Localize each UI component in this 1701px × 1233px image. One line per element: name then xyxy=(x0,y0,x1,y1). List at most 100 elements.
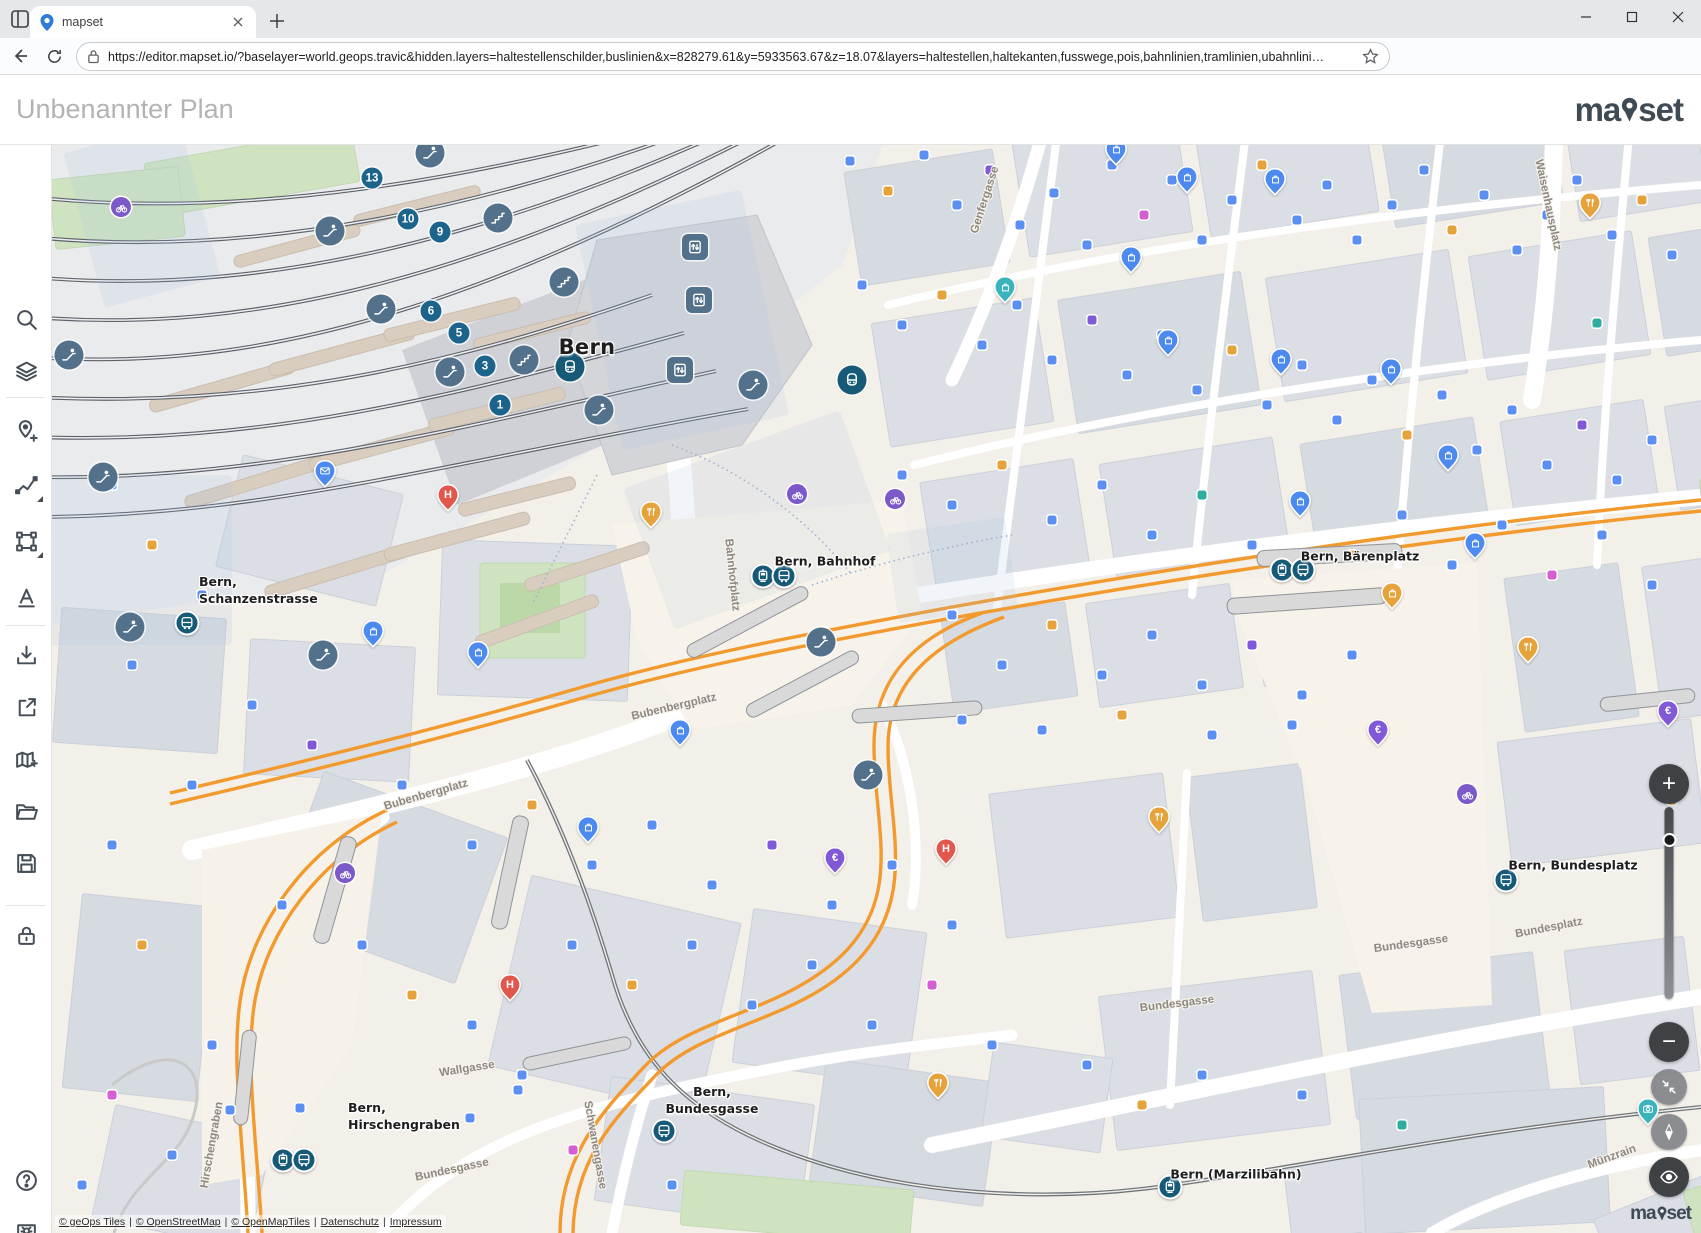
poi-dot xyxy=(1578,421,1587,430)
stop-label: Bern, Bahnhof xyxy=(775,554,876,571)
poi-dot xyxy=(1648,581,1657,590)
poi-dot xyxy=(1293,216,1302,225)
add-pin-tool[interactable] xyxy=(6,410,46,450)
poi-dot xyxy=(208,1041,217,1050)
download-tool[interactable] xyxy=(6,635,46,675)
poi-dot xyxy=(468,841,477,850)
plan-title-input[interactable]: Unbenannter Plan xyxy=(16,94,234,125)
attribution-link[interactable]: © geOps Tiles xyxy=(59,1216,125,1228)
tab-title: mapset xyxy=(62,15,222,29)
compass-button[interactable] xyxy=(1651,1114,1687,1150)
poi-dot xyxy=(1138,1101,1147,1110)
poi-dot xyxy=(1353,236,1362,245)
poi-dot xyxy=(514,1086,523,1095)
zoom-slider-handle[interactable] xyxy=(1662,833,1676,847)
back-button[interactable] xyxy=(6,42,34,70)
tram-icon xyxy=(756,569,771,584)
bookmark-star-icon[interactable] xyxy=(1362,48,1379,65)
select-transform-tool[interactable] xyxy=(6,521,46,561)
visibility-button[interactable] xyxy=(1649,1157,1689,1197)
poi-dot xyxy=(1448,226,1457,235)
poi-dot xyxy=(1083,1061,1092,1070)
restaurant-glyph xyxy=(1522,641,1534,653)
new-plan-tool[interactable] xyxy=(6,739,46,779)
poi-dot xyxy=(948,611,957,620)
poi-dot xyxy=(1198,491,1207,500)
restaurant-glyph xyxy=(1153,811,1165,823)
map-pin-bag xyxy=(1105,145,1127,171)
poi-dot xyxy=(1388,201,1397,210)
new-plan-tool-icon xyxy=(14,747,39,772)
text-tool-icon xyxy=(14,585,39,610)
attribution-link[interactable]: © OpenStreetMap xyxy=(136,1216,221,1228)
map-pin-bag xyxy=(1176,166,1198,199)
poi-dot xyxy=(1083,241,1092,250)
poi-dot xyxy=(1323,181,1332,190)
draw-line-tool[interactable] xyxy=(6,465,46,505)
new-tab-button[interactable] xyxy=(266,10,290,34)
save-tool[interactable] xyxy=(6,843,46,883)
poi-dot xyxy=(1608,231,1617,240)
text-tool[interactable] xyxy=(6,577,46,617)
poi-dot xyxy=(1228,346,1237,355)
escalator-icon xyxy=(422,145,439,162)
layers-tool[interactable] xyxy=(6,351,46,391)
restaurant-glyph xyxy=(1584,197,1596,209)
poi-dot xyxy=(1140,211,1149,220)
poi-dot xyxy=(108,1091,117,1100)
poi-dot xyxy=(828,901,837,910)
refresh-button[interactable] xyxy=(40,42,68,70)
map-watermark-logo: maset xyxy=(1630,1203,1691,1225)
search-tool[interactable] xyxy=(6,299,46,339)
open-plan-tool[interactable] xyxy=(6,791,46,831)
poi-dot xyxy=(1398,1121,1407,1130)
escalator-icon xyxy=(373,301,390,318)
tab-close-icon[interactable] xyxy=(230,14,246,30)
feedback-button[interactable] xyxy=(6,1212,46,1233)
bus-icon xyxy=(180,616,195,631)
zoom-slider[interactable] xyxy=(1665,807,1674,999)
poi-dot xyxy=(1598,531,1607,540)
lock-tool-icon xyxy=(14,923,39,948)
attribution-link[interactable]: Impressum xyxy=(390,1216,442,1228)
bike-icon xyxy=(1461,788,1474,801)
window-close-button[interactable] xyxy=(1655,0,1701,34)
address-bar[interactable]: https://editor.mapset.io/?baselayer=worl… xyxy=(76,42,1390,71)
stop-label: Bern,Schanzenstrasse xyxy=(199,574,318,608)
poi-dot xyxy=(1098,481,1107,490)
fit-extent-button[interactable] xyxy=(1651,1069,1687,1105)
poi-dot xyxy=(568,941,577,950)
escalator-icon xyxy=(122,619,139,636)
add-pin-tool-icon xyxy=(14,418,39,443)
window-minimize-button[interactable] xyxy=(1563,0,1609,34)
poi-dot xyxy=(278,901,287,910)
camera-glyph xyxy=(1642,1103,1654,1115)
attribution-link[interactable]: Datenschutz xyxy=(321,1216,379,1228)
share-tool[interactable] xyxy=(6,687,46,727)
escalator-badge xyxy=(116,613,145,642)
poi-dot xyxy=(1613,476,1622,485)
help-button[interactable] xyxy=(6,1160,46,1200)
browser-tab[interactable]: mapset xyxy=(30,6,256,38)
poi-dot xyxy=(128,661,137,670)
hospital-glyph: H xyxy=(437,485,459,505)
mapset-favicon xyxy=(40,14,54,31)
zoom-in-button[interactable]: + xyxy=(1649,764,1689,804)
poi-dot xyxy=(518,1071,527,1080)
map-canvas[interactable]: H H € € € H 131096531BernBern, BahnhofBe… xyxy=(52,145,1701,1233)
bike-badge xyxy=(335,863,355,883)
workspaces-icon[interactable] xyxy=(10,9,30,29)
shop-glyph xyxy=(1470,537,1481,548)
help-button-icon xyxy=(14,1168,39,1193)
map-attribution: © geOps Tiles|© OpenStreetMap|© OpenMapT… xyxy=(55,1215,446,1229)
shop-glyph xyxy=(1182,171,1193,182)
poi-dot xyxy=(1088,316,1097,325)
train-icon xyxy=(844,372,861,389)
platform-number: 6 xyxy=(421,301,442,322)
map-pin-bag xyxy=(1157,329,1179,362)
attribution-link[interactable]: © OpenMapTiles xyxy=(231,1216,310,1228)
poi-dot xyxy=(928,981,937,990)
lock-tool[interactable] xyxy=(6,915,46,955)
zoom-out-button[interactable]: − xyxy=(1649,1022,1689,1062)
window-maximize-button[interactable] xyxy=(1609,0,1655,34)
